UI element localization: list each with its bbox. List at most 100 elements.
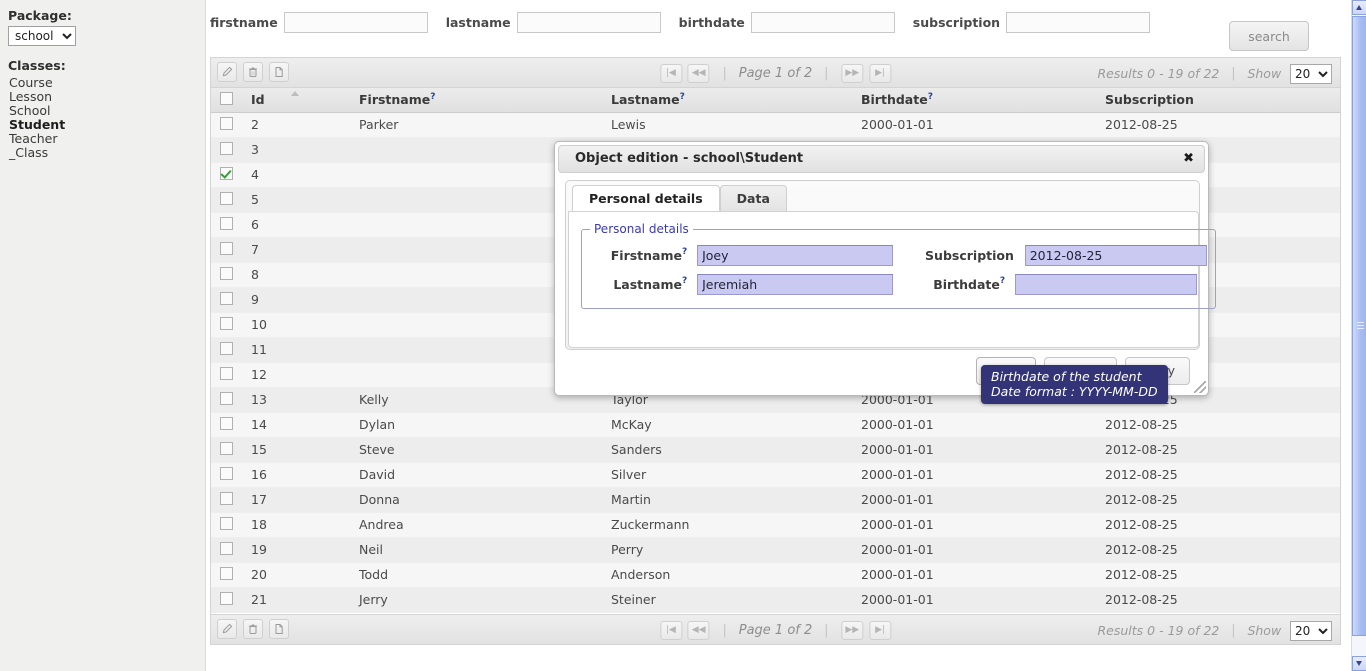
tab-personal-details[interactable]: Personal details — [572, 185, 720, 212]
table-row[interactable]: 21JerrySteiner2000-01-012012-08-25 — [211, 587, 1340, 612]
first-page-button[interactable]: |◀ — [660, 64, 682, 83]
sidebar-item-teacher[interactable]: Teacher — [8, 132, 197, 146]
row-checkbox[interactable] — [220, 567, 233, 580]
search-input-birthdate[interactable] — [751, 12, 895, 33]
page-indicator: Page 1 of 2 — [739, 616, 813, 646]
row-checkbox[interactable] — [220, 417, 233, 430]
prev-page-button[interactable]: ◀◀ — [688, 621, 710, 640]
show-label: Show — [1247, 616, 1281, 646]
next-page-button[interactable]: ▶▶ — [841, 64, 863, 83]
row-checkbox[interactable] — [220, 592, 233, 605]
delete-icon[interactable] — [243, 62, 263, 82]
edit-icon[interactable] — [217, 619, 237, 639]
row-checkbox[interactable] — [220, 317, 233, 330]
cell-firstname: Jerry — [351, 587, 603, 612]
row-checkbox[interactable] — [220, 542, 233, 555]
tab-data[interactable]: Data — [720, 185, 787, 211]
next-page-button[interactable]: ▶▶ — [841, 621, 863, 640]
column-help-icon-lastname[interactable]: ? — [680, 92, 685, 102]
new-document-icon[interactable] — [269, 619, 289, 639]
cell-subscription: 2012-08-25 — [1097, 412, 1340, 437]
subscription-input[interactable] — [1025, 245, 1207, 266]
results-count: Results 0 - 19 of 22 — [1098, 616, 1220, 646]
package-select[interactable]: school — [8, 26, 76, 46]
row-checkbox[interactable] — [220, 117, 233, 130]
cell-firstname: Dylan — [351, 412, 603, 437]
page-size-select[interactable]: 20 — [1290, 621, 1332, 641]
table-row[interactable]: 14DylanMcKay2000-01-012012-08-25 — [211, 412, 1340, 437]
lastname-help-icon[interactable]: ? — [682, 276, 687, 286]
row-checkbox[interactable] — [220, 442, 233, 455]
birthdate-input[interactable] — [1015, 274, 1197, 295]
table-row[interactable]: 20ToddAnderson2000-01-012012-08-25 — [211, 562, 1340, 587]
table-row[interactable]: 16DavidSilver2000-01-012012-08-25 — [211, 462, 1340, 487]
firstname-input[interactable] — [697, 245, 893, 266]
column-header-birthdate[interactable]: Birthdate? — [853, 88, 1097, 112]
prev-page-button[interactable]: ◀◀ — [688, 64, 710, 83]
cell-firstname: Neil — [351, 537, 603, 562]
scroll-up-icon[interactable] — [1352, 0, 1366, 15]
search-input-firstname[interactable] — [284, 12, 428, 33]
column-header-firstname[interactable]: Firstname? — [351, 88, 603, 112]
sidebar-item-course[interactable]: Course — [8, 76, 197, 90]
close-icon[interactable]: ✖ — [1183, 151, 1194, 167]
dialog-resize-handle[interactable] — [1194, 381, 1206, 393]
last-page-button[interactable]: ▶| — [869, 621, 891, 640]
birthdate-help-icon[interactable]: ? — [1000, 276, 1005, 286]
column-help-icon-firstname[interactable]: ? — [430, 92, 435, 102]
cell-firstname: Todd — [351, 562, 603, 587]
cell-firstname: Parker — [351, 112, 603, 137]
row-checkbox[interactable] — [220, 342, 233, 355]
column-label-lastname: Lastname — [611, 92, 680, 107]
dialog-title-bar[interactable]: Object edition - school\Student ✖ — [558, 145, 1205, 173]
row-checkbox[interactable] — [220, 467, 233, 480]
cell-firstname: Andrea — [351, 512, 603, 537]
edit-icon[interactable] — [217, 62, 237, 82]
column-header-lastname[interactable]: Lastname? — [603, 88, 853, 112]
firstname-help-icon[interactable]: ? — [682, 247, 687, 257]
pager-top: |◀ ◀◀ | Page 1 of 2 | ▶▶ ▶| — [659, 58, 892, 88]
search-input-lastname[interactable] — [517, 12, 661, 33]
row-checkbox[interactable] — [220, 492, 233, 505]
column-header-subscription[interactable]: Subscription — [1097, 88, 1340, 112]
cell-id: 2 — [243, 112, 351, 137]
row-select-cell — [211, 112, 243, 137]
row-checkbox[interactable] — [220, 292, 233, 305]
cell-birthdate: 2000-01-01 — [853, 437, 1097, 462]
last-page-button[interactable]: ▶| — [869, 64, 891, 83]
scrollbar-thumb[interactable] — [1352, 16, 1366, 636]
row-select-cell — [211, 237, 243, 262]
row-checkbox[interactable] — [220, 142, 233, 155]
new-document-icon[interactable] — [269, 62, 289, 82]
row-checkbox[interactable] — [220, 192, 233, 205]
table-row[interactable]: 2ParkerLewis2000-01-012012-08-25 — [211, 112, 1340, 137]
row-checkbox[interactable] — [220, 517, 233, 530]
sidebar-item-class-class[interactable]: _Class — [8, 146, 197, 160]
sidebar-item-lesson[interactable]: Lesson — [8, 90, 197, 104]
table-row[interactable]: 15SteveSanders2000-01-012012-08-25 — [211, 437, 1340, 462]
row-checkbox[interactable] — [220, 217, 233, 230]
sidebar-item-school[interactable]: School — [8, 104, 197, 118]
column-help-icon-birthdate[interactable]: ? — [928, 92, 933, 102]
page-scrollbar[interactable] — [1351, 0, 1366, 671]
search-label-subscription: subscription — [913, 15, 1000, 30]
row-select-cell — [211, 262, 243, 287]
search-input-subscription[interactable] — [1006, 12, 1150, 33]
row-checkbox[interactable] — [220, 267, 233, 280]
lastname-input[interactable] — [697, 274, 893, 295]
select-all-checkbox[interactable] — [220, 92, 233, 105]
column-header-id[interactable]: Id — [243, 88, 351, 112]
row-checkbox[interactable] — [220, 167, 233, 180]
sidebar-item-student[interactable]: Student — [8, 118, 197, 132]
first-page-button[interactable]: |◀ — [660, 621, 682, 640]
table-row[interactable]: 17DonnaMartin2000-01-012012-08-25 — [211, 487, 1340, 512]
table-row[interactable]: 19NeilPerry2000-01-012012-08-25 — [211, 537, 1340, 562]
row-checkbox[interactable] — [220, 392, 233, 405]
table-row[interactable]: 18AndreaZuckermann2000-01-012012-08-25 — [211, 512, 1340, 537]
page-size-select[interactable]: 20 — [1290, 64, 1332, 84]
scroll-down-icon[interactable] — [1352, 656, 1366, 671]
delete-icon[interactable] — [243, 619, 263, 639]
row-checkbox[interactable] — [220, 242, 233, 255]
row-checkbox[interactable] — [220, 367, 233, 380]
search-button[interactable]: search — [1229, 21, 1309, 51]
